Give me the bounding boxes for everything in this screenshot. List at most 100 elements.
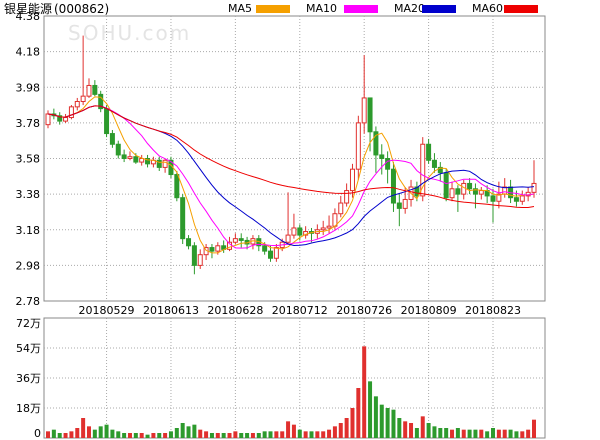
legend-label-ma60: MA60 [472, 2, 503, 15]
candle-body-up [338, 202, 344, 215]
volume-bar-down [122, 433, 127, 438]
volume-bar-down [373, 396, 378, 438]
volume-bar-down [414, 428, 419, 438]
volume-bar-down [432, 426, 437, 438]
candle-body-down [133, 156, 139, 163]
volume-bar-up [338, 423, 343, 438]
stock-chart-canvas: 银星能源 (000862) MA5 MA10 MA20 MA60 SOHU.co… [4, 2, 546, 440]
candle-body-up [355, 122, 361, 170]
candle-body-down [174, 174, 180, 199]
candle-body-down [180, 197, 186, 240]
volume-bar-up [520, 431, 525, 438]
volume-bar-up [409, 423, 414, 438]
date-axis: 20180529 20180613 20180628 20180712 20180726… [79, 304, 521, 317]
legend-label-ma5: MA5 [228, 2, 252, 15]
volume-bar-up [139, 433, 144, 438]
candle-body-down [191, 245, 197, 266]
volume-bar-down [491, 428, 496, 438]
volume-bar-down [514, 431, 519, 438]
volume-bar-up [362, 346, 367, 438]
legend-swatch-ma5 [256, 5, 290, 13]
legend-label-ma10: MA10 [306, 2, 337, 15]
candle-body-up [326, 225, 332, 229]
volume-bar-down [221, 433, 226, 438]
volume-bar-down [455, 428, 460, 438]
candle-body-up [531, 182, 537, 193]
date-tick-label: 20180726 [336, 304, 392, 317]
volume-bar-up [327, 429, 332, 438]
candle-body-down [209, 247, 215, 252]
volume-bar-up [69, 431, 74, 438]
volume-bar-down [116, 431, 121, 438]
volume-bar-down [145, 434, 150, 438]
date-tick-label: 20180628 [207, 304, 263, 317]
candle-body-down [396, 202, 402, 209]
candle-body-up [291, 227, 297, 236]
volume-bar-up [63, 433, 68, 438]
volume-bar-down [391, 409, 396, 438]
candle-body-up [273, 247, 279, 259]
ma60-line [47, 105, 535, 208]
volume-bar-up [450, 429, 455, 438]
legend: MA5 MA10 MA20 MA60 [228, 2, 538, 15]
candle-body-up [349, 168, 355, 192]
price-tick-label: 3.78 [16, 117, 41, 130]
ma10-line [47, 105, 535, 249]
volume-bar-down [508, 429, 513, 438]
candlestick-series [45, 35, 537, 275]
candle-body-down [262, 245, 268, 252]
candle-body-up [63, 117, 69, 122]
price-tick-label: 2.98 [16, 259, 41, 272]
price-grid [44, 16, 545, 438]
candle-body-down [115, 143, 121, 156]
volume-bar-up [280, 431, 285, 438]
volume-bar-up [479, 429, 484, 438]
volume-bar-down [168, 431, 173, 438]
candle-body-up [402, 198, 408, 209]
volume-bar-up [274, 431, 279, 438]
candle-body-up [285, 234, 291, 243]
candle-body-up [74, 101, 80, 108]
volume-bar-down [485, 431, 490, 438]
volume-bar-down [473, 429, 478, 438]
volume-bar-up [291, 424, 296, 438]
volume-bar-up [204, 431, 209, 438]
candle-body-up [80, 95, 86, 102]
volume-bar-up [127, 433, 132, 438]
volume-bar-down [426, 423, 431, 438]
volume-bar-down [245, 433, 250, 438]
volume-bar-down [51, 429, 56, 438]
volume-bar-down [174, 428, 179, 438]
volume-bar-up [46, 431, 50, 438]
price-tick-label: 2.78 [16, 295, 41, 308]
volume-bar-down [192, 424, 197, 438]
volume-bar-up [250, 433, 255, 438]
candle-body-down [238, 238, 244, 241]
candle-body-up [361, 97, 367, 124]
volume-bar-down [256, 433, 261, 438]
volume-bar-up [198, 429, 203, 438]
volume-bar-up [532, 419, 536, 438]
date-tick-label: 20180712 [272, 304, 328, 317]
candle-body-down [121, 154, 127, 159]
volume-bar-up [344, 418, 349, 438]
volume-bar-up [350, 408, 355, 438]
volume-bar-up [286, 421, 291, 438]
volume-bar-down [385, 408, 390, 438]
date-tick-label: 20180823 [465, 304, 521, 317]
candle-body-down [268, 250, 274, 259]
date-tick-label: 20180613 [143, 304, 199, 317]
volume-bar-down [368, 381, 373, 438]
candle-body-up [215, 245, 221, 252]
volume-bar-up [332, 426, 337, 438]
stock-code: (000862) [54, 2, 109, 16]
volume-bar-up [321, 431, 326, 438]
candle-body-down [455, 188, 461, 195]
candle-body-down [385, 158, 391, 170]
candle-body-down [431, 159, 437, 168]
candle-body-up [461, 182, 467, 195]
volume-bar-down [157, 433, 162, 438]
volume-bar-down [467, 429, 472, 438]
candle-body-up [232, 238, 238, 243]
volume-bar-up [461, 429, 466, 438]
